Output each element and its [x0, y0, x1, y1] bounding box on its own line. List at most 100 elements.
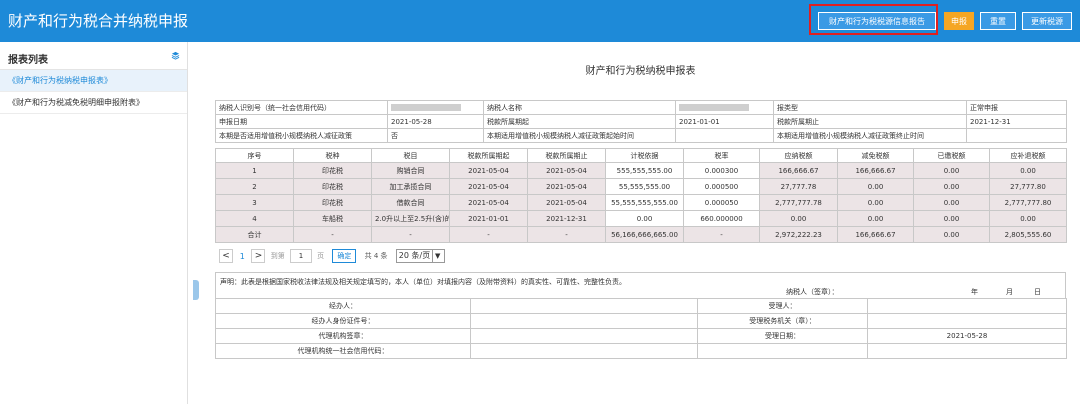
table-cell: 印花税: [293, 194, 372, 211]
form-title: 财产和行为税纳税申报表: [585, 66, 696, 77]
column-header: 税种: [293, 148, 372, 163]
table-cell[interactable]: 0.00: [605, 210, 684, 227]
layers-icon[interactable]: [171, 51, 180, 60]
total-cell: 2,805,555.60: [989, 226, 1067, 243]
highlight-annotation: [809, 4, 938, 35]
app-title: 财产和行为税合并纳税申报: [8, 12, 189, 30]
total-cell: 166,666.67: [837, 226, 914, 243]
pagination: < 1 > 到第 1 页 确定 共 4 条 20 条/页 ▼: [219, 249, 446, 265]
total-cell: -: [449, 226, 528, 243]
page-size-select[interactable]: 20 条/页 ▼: [395, 249, 446, 263]
total-cell: 0.00: [913, 226, 990, 243]
agency-sign-value: [470, 328, 698, 344]
column-header: 税目: [371, 148, 450, 163]
apply-button[interactable]: 申报: [944, 12, 974, 30]
table-cell[interactable]: 55,555,555.00: [605, 178, 684, 195]
table-cell: 2021-05-04: [527, 162, 606, 179]
table-cell: 4: [215, 210, 294, 227]
column-header: 序号: [215, 148, 294, 163]
table-cell: 0.00: [913, 162, 990, 179]
taxpayer-name-value: [675, 100, 774, 115]
table-cell: 27,777.78: [759, 178, 838, 195]
small-policy-label: 本期是否适用增值税小规模纳税人减征政策: [215, 128, 388, 143]
current-page[interactable]: 1: [235, 252, 249, 261]
table-cell: 27,777.80: [989, 178, 1067, 195]
table-cell: 166,666.67: [837, 162, 914, 179]
reset-button[interactable]: 重置: [980, 12, 1016, 30]
sidebar-collapse-handle[interactable]: [193, 280, 199, 300]
table-row[interactable]: 2 印花税 加工承揽合同 2021-05-04 2021-05-04 55,555,555…: [215, 178, 1067, 195]
column-header: 税款所属期起: [449, 148, 528, 163]
update-source-button[interactable]: 更新税源: [1022, 12, 1072, 30]
small-end-label: 本期适用增值税小规模纳税人减征政策终止时间: [773, 128, 967, 143]
table-row[interactable]: 4车船税2.0升以上至2.5升(含)的乘2021-01-012021-12-31…: [215, 210, 1067, 227]
table-cell: 2021-01-01: [449, 210, 528, 227]
table-cell: 加工承揽合同: [371, 178, 450, 195]
handler-value: [470, 298, 698, 314]
taxpayer-id-label: 纳税人识别号（统一社会信用代码）: [215, 100, 388, 115]
table-row[interactable]: 1 印花税 购销合同 2021-05-04 2021-05-04 555,555,555.…: [215, 162, 1067, 179]
table-row[interactable]: 3 印花税 借款合同 2021-05-04 2021-05-04 55,555,555,5…: [215, 194, 1067, 211]
total-cell: 合计: [215, 226, 294, 243]
table-cell[interactable]: 0.000050: [683, 194, 760, 211]
table-cell: 2.0升以上至2.5升(含)的乘: [371, 210, 450, 227]
goto-page-input[interactable]: 1: [289, 249, 312, 263]
table-cell[interactable]: 55,555,555,555.00: [605, 194, 684, 211]
total-cell: -: [683, 226, 760, 243]
next-page-button[interactable]: >: [251, 249, 266, 263]
handler-label: 经办人：: [215, 298, 471, 314]
sidebar-item-tax-return[interactable]: 《财产和行为税纳税申报表》: [0, 70, 187, 92]
total-cell: -: [293, 226, 372, 243]
table-cell: 0.00: [913, 178, 990, 195]
table-cell: 借款合同: [371, 194, 450, 211]
column-header: 税款所属期止: [527, 148, 606, 163]
table-cell: 印花税: [293, 178, 372, 195]
table-cell: 2021-05-04: [449, 162, 528, 179]
table-cell: 0.00: [989, 210, 1067, 227]
small-policy-value[interactable]: 否: [387, 128, 484, 143]
table-cell: 印花税: [293, 162, 372, 179]
goto-confirm-button[interactable]: 确定: [332, 249, 357, 263]
table-cell: 3: [215, 194, 294, 211]
sidebar-item-exemption-schedule[interactable]: 《财产和行为税减免税明细申报附表》: [0, 92, 187, 114]
acceptance-table: 经办人： 受理人： 经办人身份证件号： 受理税务机关（章）： 代理机构签章： 受…: [215, 298, 1067, 359]
table-cell: 2021-05-04: [527, 178, 606, 195]
table-cell[interactable]: 555,555,555.00: [605, 162, 684, 179]
table-cell[interactable]: 660.000000: [683, 210, 760, 227]
table-cell: 购销合同: [371, 162, 450, 179]
redacted-mark: [391, 104, 461, 111]
agency-sign-label: 代理机构签章：: [215, 328, 471, 344]
table-cell: 0.00: [837, 178, 914, 195]
column-header: 计税依据: [605, 148, 684, 163]
table-cell: 0.00: [837, 210, 914, 227]
chevron-down-icon[interactable]: ▼: [432, 250, 442, 262]
agency-code-label: 代理机构统一社会信用代码：: [215, 343, 471, 359]
period-end-value: 2021-12-31: [966, 114, 1067, 129]
sidebar-header: 报表列表: [0, 42, 187, 70]
handler-id-label: 经办人身份证件号：: [215, 313, 471, 329]
table-cell[interactable]: 0.000500: [683, 178, 760, 195]
tax-office-label: 受理税务机关（章）：: [697, 313, 868, 329]
table-cell[interactable]: 0.000300: [683, 162, 760, 179]
table-cell: 0.00: [989, 162, 1067, 179]
small-start-label: 本期适用增值税小规模纳税人减征政策起始时间: [483, 128, 676, 143]
empty-cell: [867, 343, 1067, 359]
column-header: 应纳税额: [759, 148, 838, 163]
table-cell: 2021-05-04: [449, 178, 528, 195]
year-label: 年: [971, 288, 978, 296]
table-cell: 2021-12-31: [527, 210, 606, 227]
total-cell: -: [527, 226, 606, 243]
prev-page-button[interactable]: <: [219, 249, 233, 263]
tax-detail-table: 序号 税种 税目 税款所属期起 税款所属期止 计税依据 税率 应纳税额 减免税额 已缴税额 应补退税…: [215, 148, 1067, 243]
redacted-mark: [679, 104, 749, 111]
period-end-label: 税款所属期止: [773, 114, 967, 129]
small-start-value: [675, 128, 774, 143]
table-cell: 1: [215, 162, 294, 179]
table-cell: 2021-05-04: [527, 194, 606, 211]
period-start-value: 2021-01-01: [675, 114, 774, 129]
declare-type-value: 正常申报: [966, 100, 1067, 115]
table-header-row: 序号 税种 税目 税款所属期起 税款所属期止 计税依据 税率 应纳税额 减免税额 已缴税额 应补退税…: [215, 148, 1067, 163]
receive-date-value: 2021-05-28: [867, 328, 1067, 344]
declare-type-label: 报类型: [773, 100, 967, 115]
declare-date-label: 申报日期: [215, 114, 388, 129]
